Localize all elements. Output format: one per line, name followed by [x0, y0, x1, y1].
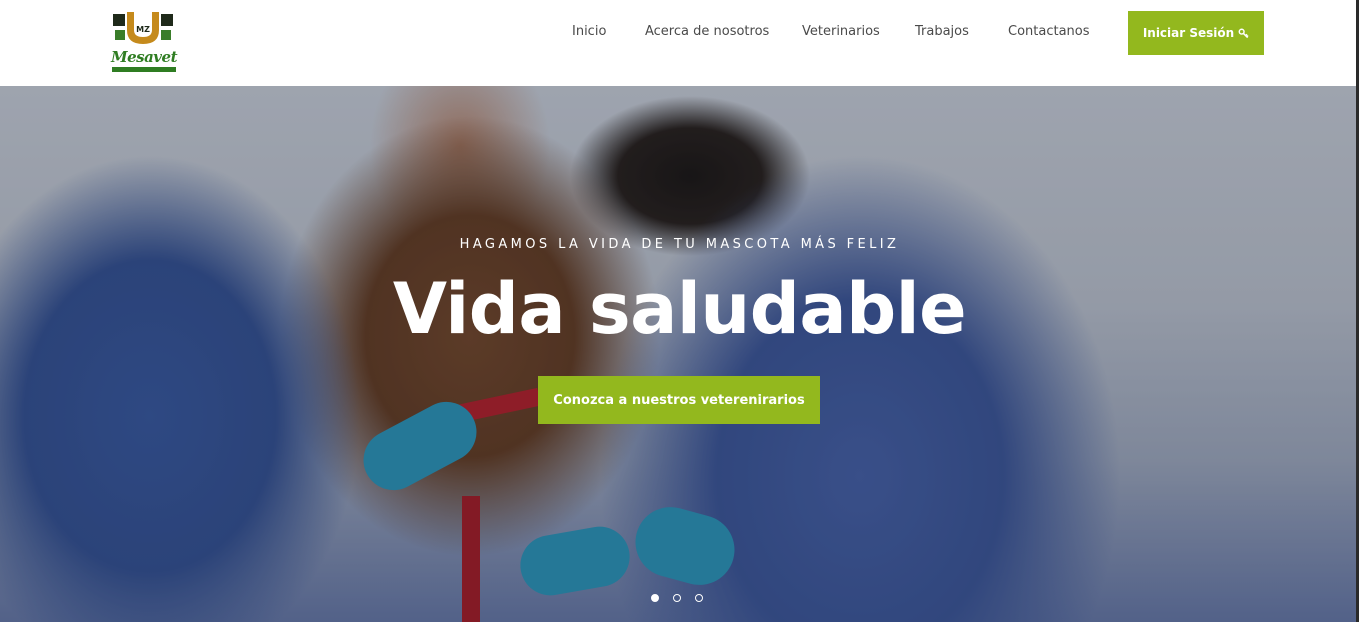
mesavet-logo[interactable]: MZ Mesavet	[110, 8, 178, 74]
meet-vets-button[interactable]: Conozca a nuestros veterenirarios	[538, 376, 820, 424]
login-button[interactable]: Iniciar Sesión	[1128, 11, 1264, 55]
hero-overlay	[0, 86, 1359, 622]
logo-wordmark: Mesavet	[111, 48, 178, 66]
hero-kicker: HAGAMOS LA VIDA DE TU MASCOTA MÁS FELIZ	[459, 237, 900, 252]
nav-item-contactanos[interactable]: Contactanos	[1008, 24, 1090, 42]
site-header: MZ Mesavet Inicio Acerca de nosotros Vet…	[0, 0, 1359, 86]
logo-emblem-text: MZ	[136, 25, 150, 34]
nav-item-acerca[interactable]: Acerca de nosotros	[645, 24, 769, 42]
logo-strip	[112, 67, 176, 72]
nav-item-veterinarios[interactable]: Veterinarios	[802, 24, 880, 42]
key-icon	[1238, 28, 1249, 38]
slider-dot-2[interactable]	[673, 594, 681, 602]
slider-dots	[651, 594, 703, 604]
slider-dot-3[interactable]	[695, 594, 703, 602]
nav-item-inicio[interactable]: Inicio	[572, 24, 606, 42]
nav-item-trabajos[interactable]: Trabajos	[915, 24, 969, 42]
horseshoe-emblem-icon: MZ	[113, 12, 173, 44]
hero-headline: Vida saludable	[392, 268, 967, 350]
hero-slider: HAGAMOS LA VIDA DE TU MASCOTA MÁS FELIZ …	[0, 86, 1359, 622]
login-button-label: Iniciar Sesión	[1142, 26, 1235, 40]
slider-dot-1[interactable]	[651, 594, 659, 602]
